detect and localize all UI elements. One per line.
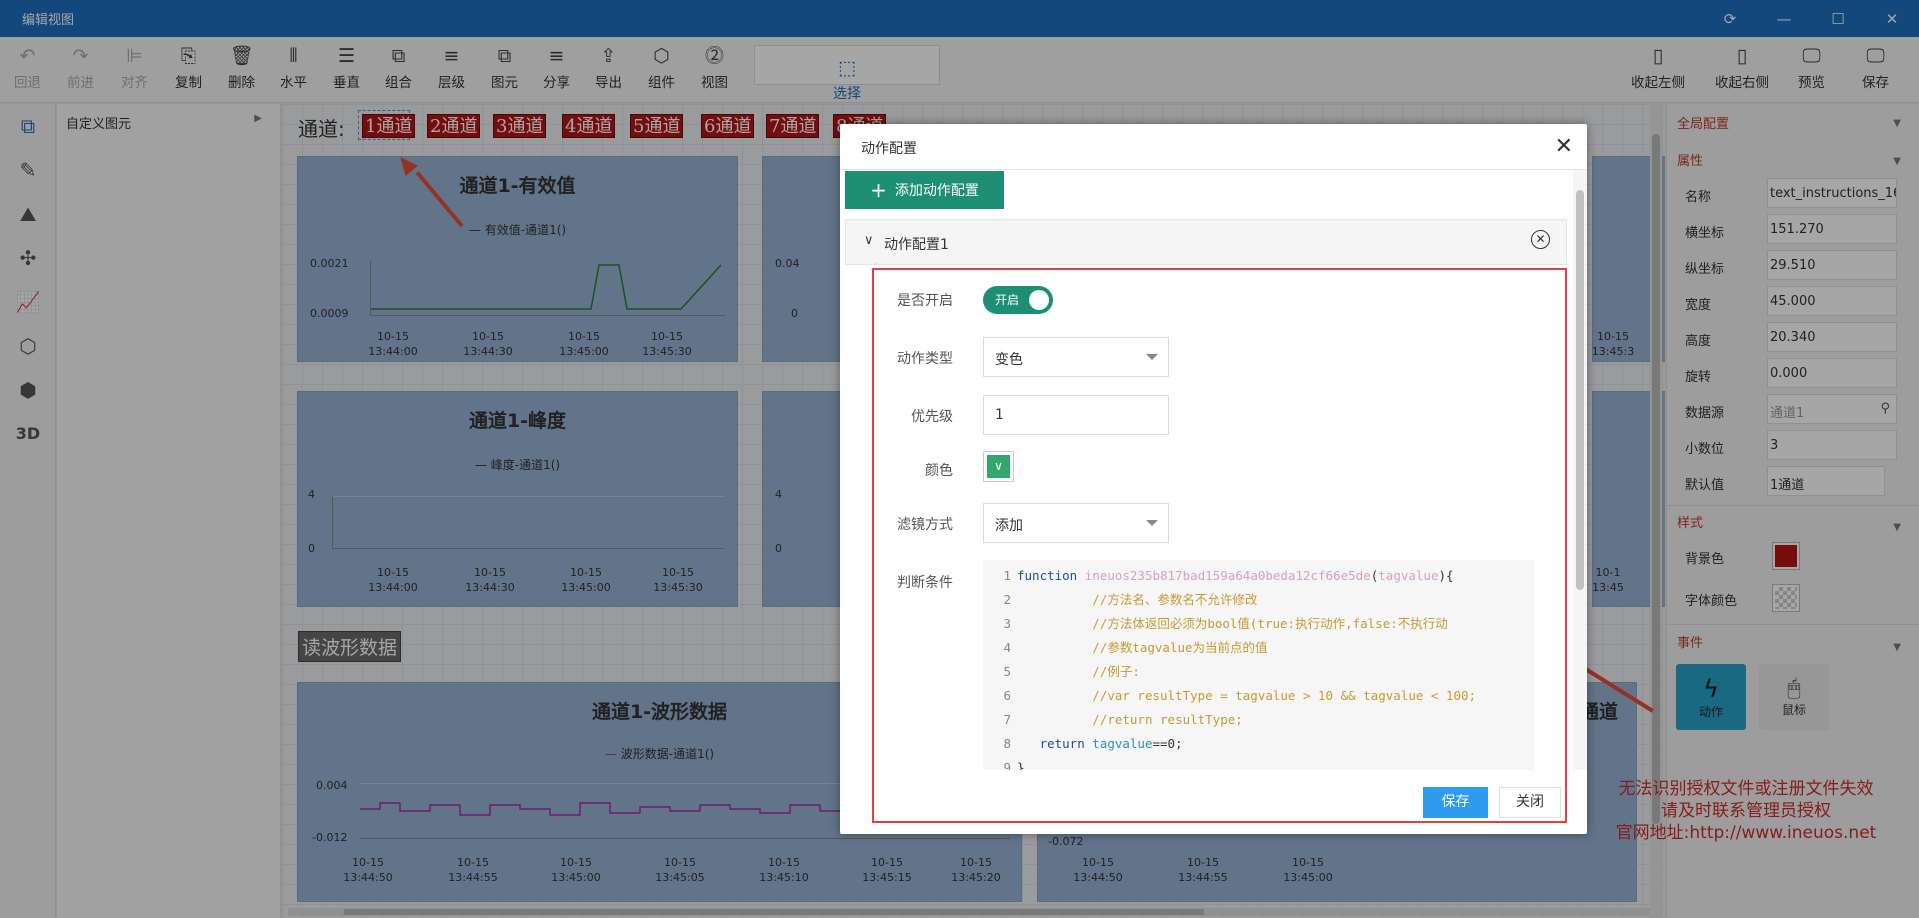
- code-line: 1 function ineuos235b817bad159a64a0beda12…: [1003, 568, 1454, 583]
- code-line: 9}: [1003, 760, 1025, 770]
- remove-icon[interactable]: ✕: [1531, 230, 1550, 249]
- close-button[interactable]: 关闭: [1499, 787, 1561, 818]
- condition-label: 判断条件: [897, 575, 953, 591]
- code-line: 5 //例子:: [1003, 664, 1140, 679]
- code-line: 2 //方法名、参数名不允许修改: [1003, 592, 1258, 607]
- add-action-button[interactable]: + 添加动作配置: [845, 171, 1004, 209]
- color-label: 颜色: [925, 463, 953, 479]
- chevron-down-icon[interactable]: ∨: [864, 233, 874, 248]
- dropdown-caret-icon: [1146, 354, 1158, 360]
- chevron-down-icon: ∨: [987, 455, 1010, 478]
- code-line: 6 //var resultType = tagvalue > 10 && ta…: [1003, 688, 1477, 703]
- filter-label: 滤镜方式: [897, 517, 953, 533]
- dialog-title: 动作配置: [861, 141, 917, 157]
- dialog-header: 动作配置 ✕: [840, 124, 1587, 170]
- action-type-select[interactable]: 变色: [983, 337, 1169, 377]
- enabled-toggle[interactable]: 开启: [983, 286, 1053, 314]
- action-config-item-header[interactable]: ∨ 动作配置1 ✕: [845, 219, 1567, 265]
- close-icon[interactable]: ✕: [1555, 134, 1573, 159]
- filter-select[interactable]: 添加: [983, 503, 1169, 543]
- dialog-scrollbar[interactable]: [1573, 170, 1587, 770]
- dropdown-caret-icon: [1146, 520, 1158, 526]
- plus-icon: +: [870, 178, 887, 202]
- code-line: 8 return tagvalue==0;: [1003, 736, 1183, 751]
- code-line: 3 //方法体返回必须为bool值(true:执行动作,false:不执行动: [1003, 616, 1448, 631]
- condition-code-editor[interactable]: 1 function ineuos235b817bad159a64a0beda12…: [983, 560, 1534, 770]
- code-line: 4 //参数tagvalue为当前点的值: [1003, 640, 1268, 655]
- save-button[interactable]: 保存: [1423, 787, 1488, 818]
- priority-input[interactable]: 1: [983, 395, 1169, 435]
- enabled-label: 是否开启: [897, 293, 953, 309]
- priority-label: 优先级: [911, 409, 953, 425]
- action-config-dialog: 动作配置 ✕ + 添加动作配置 ∨ 动作配置1 ✕ 是否开启 开启 动作类型 变色…: [840, 124, 1587, 834]
- color-picker[interactable]: ∨: [983, 451, 1014, 482]
- action-item-title: 动作配置1: [884, 237, 949, 253]
- code-line: 7 //return resultType;: [1003, 712, 1243, 727]
- type-label: 动作类型: [897, 351, 953, 367]
